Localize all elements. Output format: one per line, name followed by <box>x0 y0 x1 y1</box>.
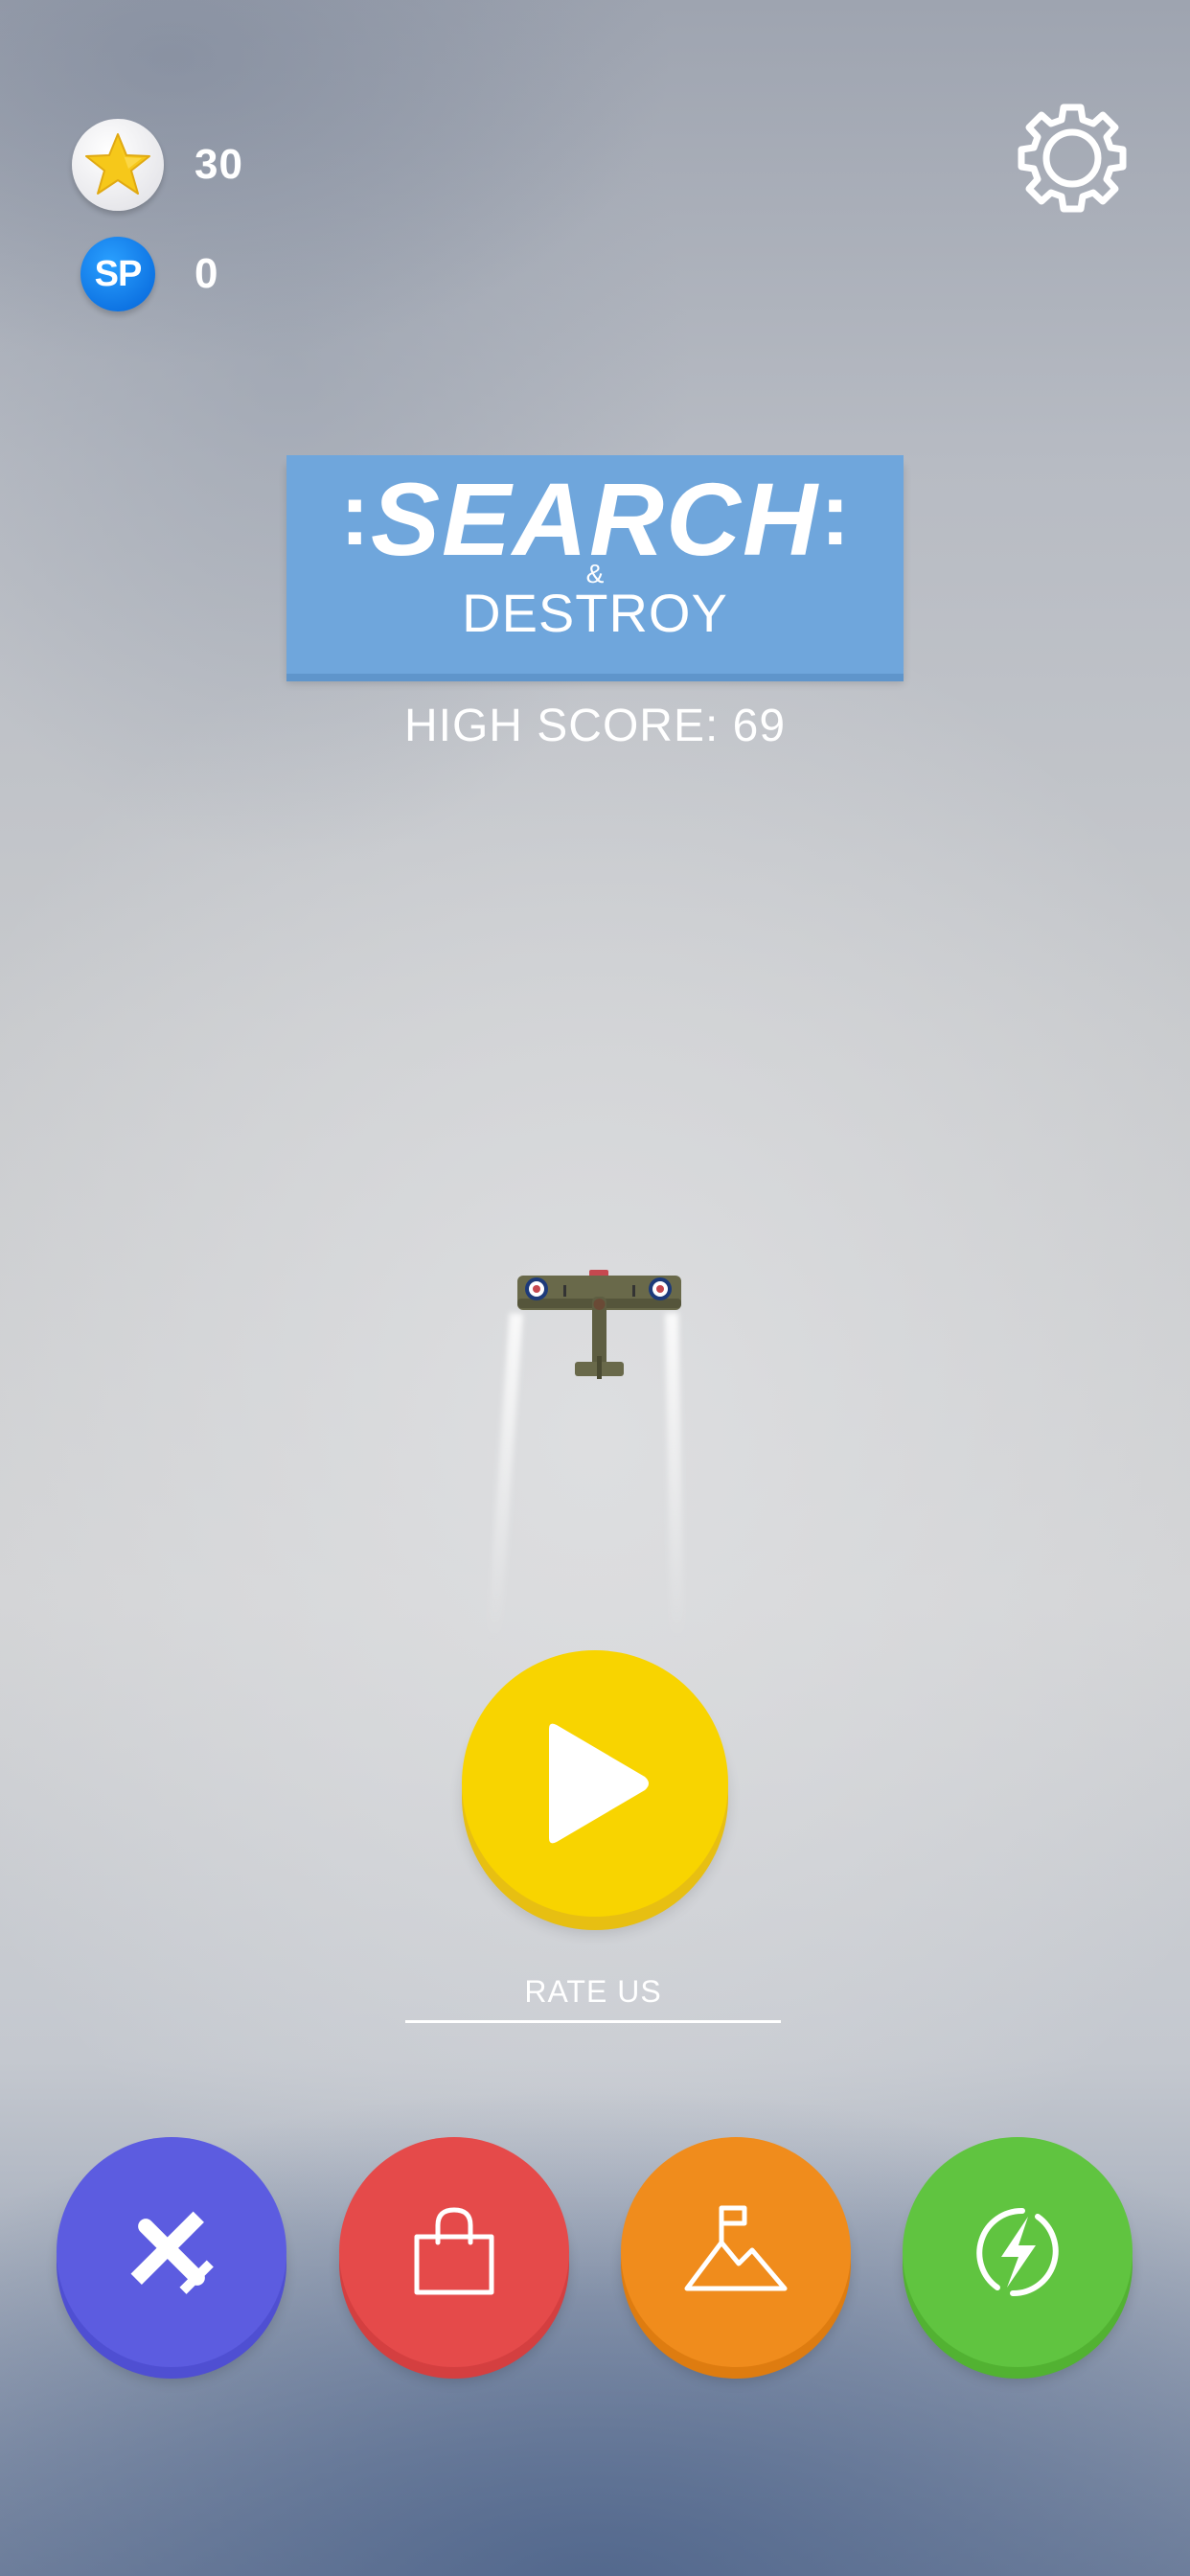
biplane-sprite <box>517 1270 681 1379</box>
power-button[interactable] <box>903 2137 1133 2367</box>
stars-counter: 30 <box>72 119 243 211</box>
sp-counter: SP 0 <box>72 237 218 311</box>
lightning-icon <box>976 2207 1059 2297</box>
game-logo: : SEARCH : & DESTROY <box>286 455 904 674</box>
play-icon <box>549 1723 649 1844</box>
gear-icon <box>1018 104 1127 213</box>
mountain-flag-icon <box>684 2205 788 2291</box>
star-badge <box>72 119 164 211</box>
settings-button[interactable] <box>1016 102 1129 215</box>
sp-value: 0 <box>195 250 219 297</box>
logo-right-colon: : <box>820 466 850 564</box>
stars-value: 30 <box>195 141 243 188</box>
rate-us-link[interactable]: RATE US <box>405 1974 781 2010</box>
star-icon <box>85 133 150 195</box>
logo-subtitle: DESTROY <box>462 583 728 643</box>
shopping-bag-icon <box>414 2207 494 2295</box>
sp-badge: SP <box>80 237 155 311</box>
play-button[interactable] <box>462 1650 728 1917</box>
rate-us-underline <box>405 2020 781 2023</box>
missions-button[interactable] <box>621 2137 851 2367</box>
hangar-button[interactable] <box>57 2137 286 2367</box>
airplane-icon <box>130 2211 214 2294</box>
shop-button[interactable] <box>339 2137 569 2367</box>
high-score: HIGH SCORE: 69 <box>403 701 787 751</box>
